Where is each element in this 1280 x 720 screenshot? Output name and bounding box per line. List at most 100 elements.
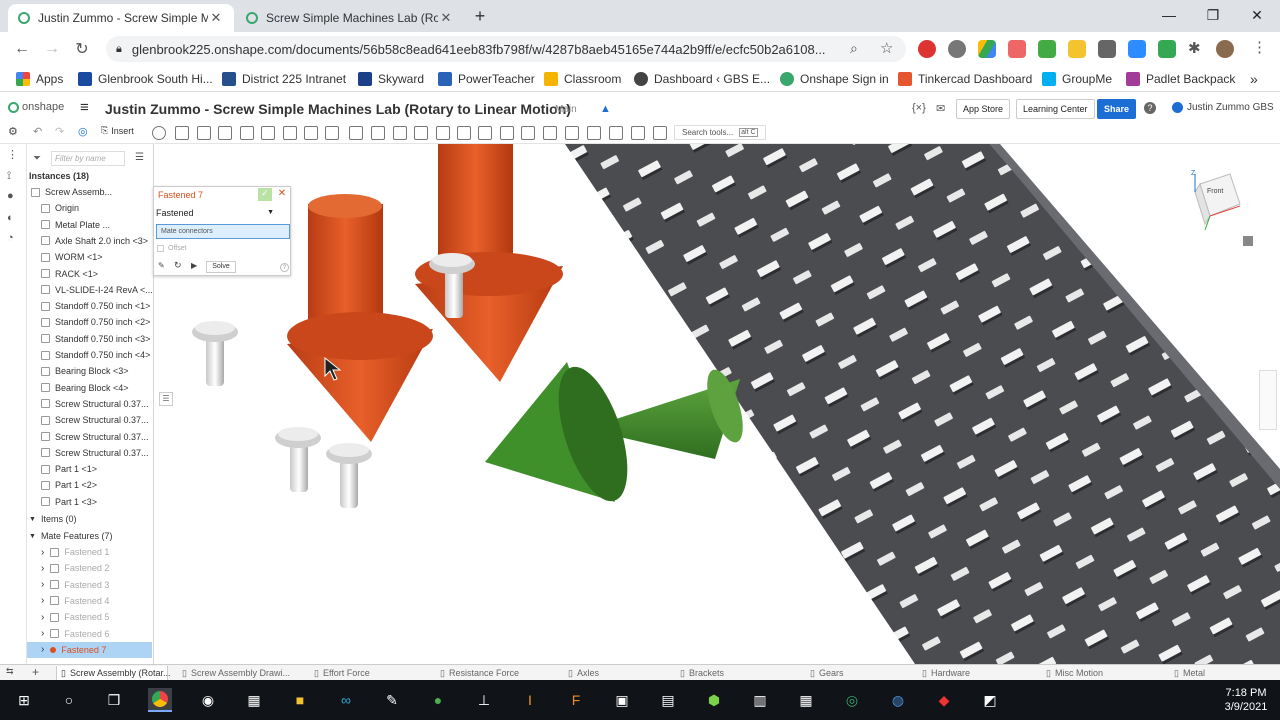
tab-close-icon[interactable]: ✕ <box>208 10 224 26</box>
extension-icon[interactable] <box>1008 40 1026 58</box>
instance-row[interactable]: Standoff 0.750 inch <3> <box>41 331 150 347</box>
instance-row[interactable]: WORM <1> <box>41 249 103 265</box>
bookmark-classroom[interactable]: Classroom <box>544 70 621 88</box>
task-view-icon[interactable]: ❒ <box>102 688 126 712</box>
element-tab[interactable]: ▯ Screw Assembly (Rotar... <box>56 666 170 680</box>
chrome-menu-icon[interactable]: ⋮ <box>1252 38 1267 56</box>
app-taskbar-icon[interactable]: ● <box>426 688 450 712</box>
instance-row[interactable]: Part 1 <2> <box>41 477 97 493</box>
instance-row[interactable]: Screw Structural 0.37... <box>41 429 149 445</box>
windows-start-icon[interactable]: ⊞ <box>12 688 36 712</box>
bookmark-onshape-signin[interactable]: Onshape Sign in <box>780 70 889 88</box>
revolute-mate-icon[interactable] <box>197 126 211 140</box>
instance-row[interactable]: Part 1 <1> <box>41 461 97 477</box>
extension-icon[interactable] <box>1038 40 1056 58</box>
bookmark-glenbrook[interactable]: Glenbrook South Hi... <box>78 70 213 88</box>
bookmark-apps[interactable]: Apps <box>16 70 63 88</box>
instance-row[interactable]: Standoff 0.750 inch <1> <box>41 298 150 314</box>
browser-tab[interactable]: Screw Simple Machines Lab (Rot ✕ <box>236 4 464 32</box>
graphics-viewport[interactable]: Front Z ☰ <box>155 144 1280 664</box>
instance-row[interactable]: Standoff 0.750 inch <2> <box>41 314 150 330</box>
appearance-icon[interactable]: ◐ <box>7 212 14 224</box>
app-taskbar-icon[interactable]: ⊥ <box>472 688 496 712</box>
mate-connectors-field[interactable]: Mate connectors <box>156 224 290 239</box>
features-list-icon[interactable]: ⋮ <box>7 148 18 161</box>
extension-icon[interactable] <box>1098 40 1116 58</box>
instance-row[interactable]: Screw Assemb... <box>31 184 112 200</box>
share-button[interactable]: Share <box>1097 99 1137 119</box>
chevron-right-icon[interactable]: › <box>41 563 44 574</box>
versions-icon[interactable]: ◎ <box>78 125 88 138</box>
profile-avatar[interactable] <box>1216 40 1234 58</box>
notifications-icon[interactable]: ✉ <box>936 102 945 115</box>
url-omnibox[interactable]: 🔒︎ glenbrook225.onshape.com/documents/56… <box>106 36 906 62</box>
notepad-icon[interactable]: ✎ <box>380 688 404 712</box>
cancel-x-icon[interactable]: ✕ <box>276 188 288 201</box>
offset-checkbox[interactable]: Offset <box>157 245 187 252</box>
screw-1[interactable] <box>192 321 238 386</box>
instance-row[interactable]: Screw Structural 0.37... <box>41 396 149 412</box>
mate-feature-row[interactable]: › Fastened 6 <box>27 626 152 642</box>
play-icon[interactable]: ▶ <box>191 261 197 270</box>
reload-icon[interactable]: ↻ <box>70 37 94 61</box>
hamburger-menu-icon[interactable]: ≡ <box>80 99 89 116</box>
arduino-icon[interactable]: ∞ <box>334 688 358 712</box>
replicate-icon[interactable] <box>152 126 166 140</box>
cylindrical-mate-icon[interactable] <box>261 126 275 140</box>
element-tab[interactable]: ▯ Brackets <box>676 666 796 680</box>
chevron-right-icon[interactable]: › <box>41 628 44 639</box>
history-icon[interactable]: ◔ <box>7 232 14 244</box>
mate-connector-icon[interactable] <box>393 126 407 140</box>
google-drive-icon[interactable] <box>978 40 996 58</box>
filter-icon[interactable]: ⏷ <box>33 153 41 164</box>
screw-3[interactable] <box>275 427 321 492</box>
bookmark-skyward[interactable]: Skyward <box>358 70 424 88</box>
ball-mate-icon[interactable] <box>304 126 318 140</box>
bookmark-star-icon[interactable]: ☆ <box>880 39 893 57</box>
browser-tab-active[interactable]: Justin Zummo - Screw Simple Ma ✕ <box>8 4 234 32</box>
gear-relation-icon[interactable] <box>414 126 428 140</box>
pin-icon[interactable]: ✎ <box>158 261 165 270</box>
app-taskbar-icon[interactable]: ◍ <box>886 688 910 712</box>
mate-features-header[interactable]: ▼ Mate Features (7) <box>29 528 112 544</box>
element-tab[interactable]: ▯ Effort Force <box>310 666 426 680</box>
bookmark-padlet[interactable]: Padlet Backpack <box>1126 70 1235 88</box>
chevron-right-icon[interactable]: › <box>41 579 44 590</box>
instance-row[interactable]: Axle Shaft 2.0 inch <3> <box>41 233 148 249</box>
instance-row[interactable]: RACK <1> <box>41 266 98 282</box>
pin-slot-mate-icon[interactable] <box>283 126 297 140</box>
close-window-button[interactable]: ✕ <box>1234 0 1280 30</box>
element-tab[interactable]: ▯ Resistance Force <box>436 666 552 680</box>
filter-by-name-input[interactable]: Filter by name <box>51 151 125 166</box>
file-explorer-icon[interactable]: ■ <box>288 688 312 712</box>
system-clock[interactable]: 7:18 PM 3/9/2021 <box>1218 686 1274 714</box>
app-taskbar-icon[interactable]: ▥ <box>748 688 772 712</box>
instance-row[interactable]: VL-SLIDE-I-24 RevA <... <box>41 282 153 298</box>
insert-button[interactable]: ⎘ Insert <box>101 125 134 136</box>
instance-row[interactable]: Screw Structural 0.37... <box>41 412 149 428</box>
mass-properties-icon[interactable] <box>543 126 557 140</box>
chrome-taskbar-icon[interactable] <box>148 688 172 712</box>
zoom-search-icon[interactable]: ⌕ <box>850 40 858 57</box>
instance-row[interactable]: Bearing Block <3> <box>41 363 129 379</box>
search-circle-icon[interactable]: ○ <box>57 688 81 712</box>
instances-header[interactable]: Instances (18) <box>29 168 89 184</box>
explode-icon[interactable] <box>587 126 601 140</box>
element-tab[interactable]: ▯ Misc Motion <box>1042 666 1160 680</box>
app-store-button[interactable]: App Store <box>956 99 1011 119</box>
tab-manager-icon[interactable]: ⇆ <box>6 666 14 677</box>
display-mode-icon[interactable] <box>1243 236 1253 246</box>
element-tab[interactable]: ▯ Metal <box>1170 666 1270 680</box>
bookmark-tinkercad[interactable]: Tinkercad Dashboard <box>898 70 1032 88</box>
limits-icon[interactable] <box>500 126 514 140</box>
app-taskbar-icon[interactable]: ▤ <box>656 688 680 712</box>
branch-icon[interactable]: ⟟ <box>7 170 11 183</box>
instance-row[interactable]: Screw Structural 0.37... <box>41 445 149 461</box>
add-tab-icon[interactable]: + <box>32 665 39 679</box>
mate-feature-row[interactable]: › Fastened 2 <box>27 560 152 576</box>
app-taskbar-icon[interactable]: ▦ <box>794 688 818 712</box>
tab-close-icon[interactable]: ✕ <box>438 10 454 26</box>
workspace-label[interactable]: Main <box>555 104 577 115</box>
section-view-icon[interactable] <box>565 126 579 140</box>
document-title[interactable]: Justin Zummo - Screw Simple Machines Lab… <box>105 101 571 117</box>
